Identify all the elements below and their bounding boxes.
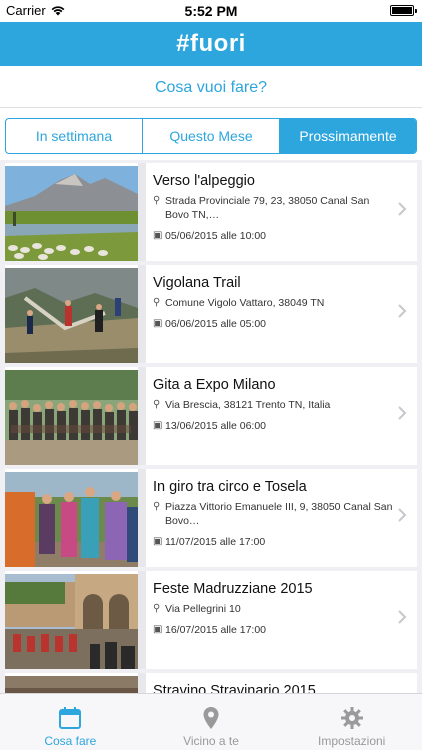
event-address-text: Via Brescia, 38121 Trento TN, Italia — [165, 399, 331, 411]
event-row[interactable]: Stravino Stravinario 2015 — [5, 673, 417, 693]
event-row[interactable]: Verso l'alpeggio ⚲ Strada Provinciale 79,… — [5, 163, 417, 261]
segment-questo-mese[interactable]: Questo Mese — [143, 119, 280, 153]
event-address: ⚲ Strada Provinciale 79, 23, 38050 Canal … — [153, 194, 393, 222]
mountain-pasture-photo — [5, 166, 138, 261]
location-pin-icon: ⚲ — [153, 195, 161, 206]
event-address: ⚲ Comune Vigolo Vattaro, 38049 TN — [153, 296, 393, 310]
event-info: Feste Madruzziane 2015 ⚲ Via Pellegrini 1… — [153, 581, 393, 644]
tab-impostazioni[interactable]: Impostazioni — [281, 694, 422, 750]
event-date: ▣ 13/06/2015 alle 06:00 — [153, 419, 393, 433]
status-bar: Carrier 5:52 PM — [0, 0, 422, 22]
battery-icon — [390, 5, 417, 16]
calendar-icon — [59, 707, 82, 729]
street-festival-photo — [5, 472, 138, 567]
event-title: Feste Madruzziane 2015 — [153, 581, 313, 597]
row-separator — [138, 367, 146, 465]
calendar-icon: ▣ — [153, 230, 163, 241]
status-time: 5:52 PM — [184, 3, 238, 19]
trail-runners-photo — [5, 268, 138, 363]
event-address: ⚲ Via Brescia, 38121 Trento TN, Italia — [153, 398, 393, 412]
event-info: Verso l'alpeggio ⚲ Strada Provinciale 79,… — [153, 173, 393, 250]
group-photo — [5, 370, 138, 465]
event-row[interactable]: Gita a Expo Milano ⚲ Via Brescia, 38121 T… — [5, 367, 417, 465]
event-title: Gita a Expo Milano — [153, 377, 276, 393]
event-date-text: 13/06/2015 alle 06:00 — [165, 420, 267, 432]
event-list[interactable]: Verso l'alpeggio ⚲ Strada Provinciale 79,… — [0, 160, 422, 693]
event-date: ▣ 16/07/2015 alle 17:00 — [153, 623, 393, 637]
row-separator — [138, 265, 146, 363]
event-info: Gita a Expo Milano ⚲ Via Brescia, 38121 T… — [153, 377, 393, 440]
row-separator — [138, 469, 146, 567]
event-date-text: 11/07/2015 alle 17:00 — [165, 536, 266, 548]
tab-vicino-a-te[interactable]: Vicino a te — [141, 694, 282, 750]
event-title: Vigolana Trail — [153, 275, 241, 291]
tab-bar: Cosa fare Vicino a te Impostazioni — [0, 693, 422, 750]
chevron-right-icon — [398, 610, 407, 624]
event-date-text: 16/07/2015 alle 17:00 — [165, 624, 267, 636]
calendar-icon: ▣ — [153, 624, 163, 635]
event-info: Stravino Stravinario 2015 — [153, 683, 393, 693]
stravino-photo — [5, 676, 138, 693]
event-row[interactable]: In giro tra circo e Tosela ⚲ Piazza Vitto… — [5, 469, 417, 567]
tab-cosa-fare[interactable]: Cosa fare — [0, 694, 141, 750]
event-address-text: Comune Vigolo Vattaro, 38049 TN — [165, 297, 325, 309]
event-date: ▣ 06/06/2015 alle 05:00 — [153, 317, 393, 331]
calendar-icon: ▣ — [153, 318, 163, 329]
event-address: ⚲ Via Pellegrini 10 — [153, 602, 393, 616]
event-date-text: 06/06/2015 alle 05:00 — [165, 318, 267, 330]
period-segmented-control: In settimana Questo Mese Prossimamente — [5, 118, 417, 154]
segment-in-settimana[interactable]: In settimana — [6, 119, 143, 153]
tab-label: Cosa fare — [44, 734, 97, 748]
gear-icon — [340, 707, 363, 729]
event-title: Verso l'alpeggio — [153, 173, 255, 189]
event-info: In giro tra circo e Tosela ⚲ Piazza Vitto… — [153, 479, 393, 556]
event-title: Stravino Stravinario 2015 — [153, 683, 316, 693]
event-address-text: Piazza Vittorio Emanuele III, 9, 38050 C… — [165, 501, 393, 527]
event-row[interactable]: Feste Madruzziane 2015 ⚲ Via Pellegrini 1… — [5, 571, 417, 669]
event-title: In giro tra circo e Tosela — [153, 479, 307, 495]
row-separator — [138, 673, 146, 693]
event-info: Vigolana Trail ⚲ Comune Vigolo Vattaro, 3… — [153, 275, 393, 338]
event-date: ▣ 11/07/2015 alle 17:00 — [153, 535, 393, 549]
row-separator — [138, 571, 146, 669]
location-pin-icon: ⚲ — [153, 399, 161, 410]
historic-festival-photo — [5, 574, 138, 669]
event-address-text: Strada Provinciale 79, 23, 38050 Canal S… — [165, 195, 370, 221]
event-address: ⚲ Piazza Vittorio Emanuele III, 9, 38050 … — [153, 500, 393, 528]
calendar-icon: ▣ — [153, 536, 163, 547]
app-title: #fuori — [176, 30, 246, 57]
tab-label: Vicino a te — [183, 734, 239, 748]
chevron-right-icon — [398, 202, 407, 216]
chevron-right-icon — [398, 406, 407, 420]
event-address-text: Via Pellegrini 10 — [165, 603, 241, 615]
section-prompt: Cosa vuoi fare? — [0, 66, 422, 108]
event-date: ▣ 05/06/2015 alle 10:00 — [153, 229, 393, 243]
chevron-right-icon — [398, 508, 407, 522]
location-pin-icon: ⚲ — [153, 603, 161, 614]
chevron-right-icon — [398, 304, 407, 318]
event-row[interactable]: Vigolana Trail ⚲ Comune Vigolo Vattaro, 3… — [5, 265, 417, 363]
row-separator — [138, 163, 146, 261]
event-date-text: 05/06/2015 alle 10:00 — [165, 230, 267, 242]
segment-prossimamente[interactable]: Prossimamente — [280, 119, 416, 153]
tab-label: Impostazioni — [317, 734, 386, 748]
location-pin-icon: ⚲ — [153, 501, 161, 512]
location-pin-icon: ⚲ — [153, 297, 161, 308]
navigation-bar: #fuori — [0, 22, 422, 66]
location-pin-icon — [203, 707, 219, 729]
calendar-icon: ▣ — [153, 420, 163, 431]
